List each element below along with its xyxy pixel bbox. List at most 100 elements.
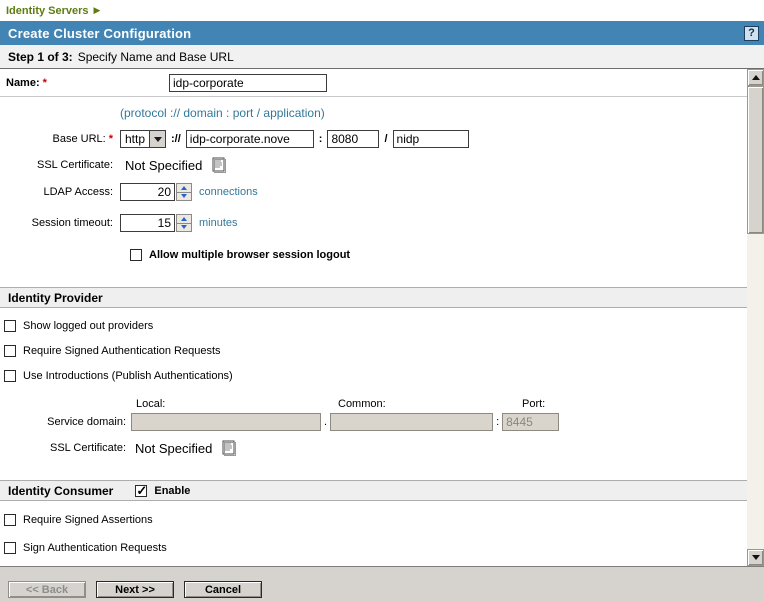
ssl-certificate-browse-icon[interactable] [211,157,227,173]
form-content: Name:* (protocol :// domain : port / app… [0,69,764,566]
ssl-certificate-value: Not Specified [125,158,202,173]
column-local-label: Local: [136,398,338,410]
required-asterisk: * [43,77,47,89]
vertical-scrollbar[interactable] [747,69,764,566]
allow-multiple-logout-checkbox[interactable] [130,249,142,261]
port-separator: : [319,133,323,145]
breadcrumb-arrow-icon: ▶ [94,6,101,15]
use-introductions-label: Use Introductions (Publish Authenticatio… [23,370,233,382]
ldap-access-spinner [176,183,192,201]
page-titlebar: Create Cluster Configuration ? [0,21,764,45]
help-button[interactable]: ? [744,26,759,41]
session-timeout-input[interactable] [120,214,175,232]
required-asterisk: * [109,133,113,145]
arrow-down-icon [181,194,187,198]
use-introductions-checkbox[interactable] [4,370,16,382]
sign-auth-requests-row: Sign Authentication Requests [4,542,747,554]
step-bar: Step 1 of 3: Specify Name and Base URL [0,45,764,69]
arrow-down-icon [181,225,187,229]
breadcrumb: Identity Servers ▶ [0,0,764,21]
require-signed-auth-requests-checkbox[interactable] [4,345,16,357]
column-port-label: Port: [522,398,545,410]
arrow-down-icon [752,555,760,560]
scroll-thumb[interactable] [747,86,764,234]
spinner-up-button[interactable] [176,183,192,193]
protocol-select[interactable]: http [120,130,166,148]
base-url-hint: (protocol :// domain : port / applicatio… [120,106,747,120]
ldap-access-unit: connections [199,186,258,198]
footer-bar: << Back Next >> Cancel [0,566,764,602]
require-signed-assertions-row: Require Signed Assertions [4,514,747,526]
form-main: Name:* (protocol :// domain : port / app… [0,69,747,566]
session-timeout-label: Session timeout: [0,217,118,229]
protocol-dropdown-button[interactable] [149,131,165,147]
service-domain-label: Service domain: [0,416,131,428]
require-signed-auth-requests-row: Require Signed Authentication Requests [4,345,747,357]
name-input[interactable] [169,74,327,92]
identity-consumer-enable-checkbox[interactable] [135,485,147,497]
chevron-down-icon [154,137,162,142]
name-row: Name:* [0,69,747,97]
show-logged-out-providers-checkbox[interactable] [4,320,16,332]
scroll-up-button[interactable] [747,69,764,86]
service-domain-local-input [131,413,321,431]
show-logged-out-providers-label: Show logged out providers [23,320,153,332]
ldap-access-row: LDAP Access: connections [0,183,747,201]
arrow-up-icon [181,186,187,190]
use-introductions-row: Use Introductions (Publish Authenticatio… [4,370,747,382]
spinner-up-button[interactable] [176,214,192,224]
column-spacer [0,398,136,410]
service-domain-dot: . [324,416,327,428]
require-signed-assertions-checkbox[interactable] [4,514,16,526]
identity-provider-section-header: Identity Provider [0,287,747,308]
require-signed-assertions-label: Require Signed Assertions [23,514,153,526]
app-separator: / [384,133,387,145]
base-url-label: Base URL:* [0,133,118,145]
arrow-up-icon [181,217,187,221]
idp-ssl-certificate-label: SSL Certificate: [0,442,131,454]
ssl-certificate-label: SSL Certificate: [0,159,118,171]
spinner-down-button[interactable] [176,224,192,233]
require-signed-auth-requests-label: Require Signed Authentication Requests [23,345,221,357]
spinner-down-button[interactable] [176,193,192,202]
ldap-access-label: LDAP Access: [0,186,118,198]
show-logged-out-providers-row: Show logged out providers [4,320,747,332]
allow-multiple-logout-row: Allow multiple browser session logout [130,249,747,261]
protocol-value: http [121,131,149,147]
app-window: Identity Servers ▶ Create Cluster Config… [0,0,764,602]
session-timeout-spinner [176,214,192,232]
cancel-button[interactable]: Cancel [184,581,262,598]
service-domain-colon: : [496,416,499,428]
sign-auth-requests-checkbox[interactable] [4,542,16,554]
idp-ssl-certificate-row: SSL Certificate: Not Specified [0,440,747,456]
column-common-label: Common: [338,398,522,410]
back-button[interactable]: << Back [8,581,86,598]
scroll-down-button[interactable] [747,549,764,566]
application-input[interactable] [393,130,469,148]
next-button[interactable]: Next >> [96,581,174,598]
arrow-up-icon [752,75,760,80]
base-url-row: Base URL:* http :// : / [0,130,747,148]
allow-multiple-logout-label: Allow multiple browser session logout [149,249,350,261]
step-title: Specify Name and Base URL [78,50,234,64]
identity-consumer-enable-label: Enable [154,485,190,497]
service-domain-common-input [330,413,493,431]
step-number: Step 1 of 3: [8,50,73,64]
service-domain-column-headers: Local: Common: Port: [0,398,747,410]
identity-consumer-title: Identity Consumer [8,484,113,498]
ssl-certificate-row: SSL Certificate: Not Specified [0,157,747,173]
session-timeout-unit: minutes [199,217,238,229]
service-domain-row: Service domain: . : [0,413,747,431]
ldap-access-input[interactable] [120,183,175,201]
identity-provider-title: Identity Provider [8,291,103,305]
port-input[interactable] [327,130,379,148]
domain-input[interactable] [186,130,314,148]
protocol-separator: :// [171,133,181,145]
name-label: Name:* [6,77,169,89]
idp-ssl-certificate-browse-icon[interactable] [221,440,237,456]
page-title: Create Cluster Configuration [8,26,744,41]
breadcrumb-identity-servers[interactable]: Identity Servers [6,5,89,17]
sign-auth-requests-label: Sign Authentication Requests [23,542,167,554]
session-timeout-row: Session timeout: minutes [0,214,747,232]
idp-ssl-certificate-value: Not Specified [135,441,212,456]
